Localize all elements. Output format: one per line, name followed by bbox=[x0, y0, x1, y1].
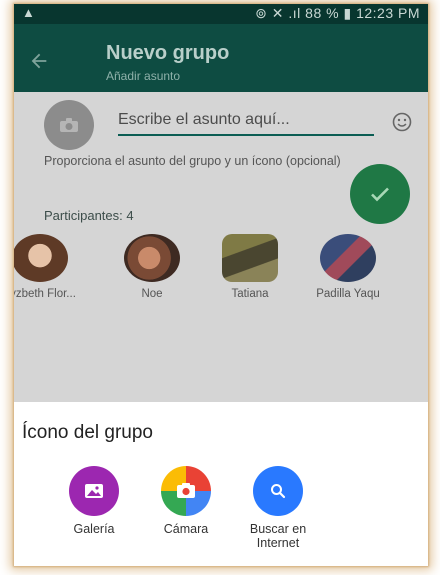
status-indicators: ⊚ ✕ .ıl 88 % ▮ 12:23 PM bbox=[255, 5, 420, 21]
participant-item[interactable]: Padilla Yaqu bbox=[308, 234, 388, 300]
screenshot-frame: ▲ ⊚ ✕ .ıl 88 % ▮ 12:23 PM Nuevo grupo Añ… bbox=[14, 4, 428, 566]
participant-name: Padilla Yaqu bbox=[316, 288, 380, 300]
participant-item[interactable]: Tatiana bbox=[210, 234, 290, 300]
group-photo-button[interactable] bbox=[44, 100, 94, 150]
emoji-icon[interactable] bbox=[392, 112, 412, 132]
group-subject-input[interactable] bbox=[118, 108, 374, 136]
phone-screen: ▲ ⊚ ✕ .ıl 88 % ▮ 12:23 PM Nuevo grupo Añ… bbox=[14, 4, 428, 566]
back-arrow-icon[interactable] bbox=[28, 50, 50, 72]
sheet-title: Ícono del grupo bbox=[22, 422, 153, 443]
subject-hint: Proporciona el asunto del grupo y un íco… bbox=[44, 154, 341, 168]
app-bar: Nuevo grupo Añadir asunto bbox=[14, 24, 428, 92]
gallery-option[interactable]: Galería bbox=[52, 466, 136, 536]
notification-icon: ▲ bbox=[22, 5, 35, 20]
participant-name: Tatiana bbox=[231, 288, 269, 300]
gallery-label: Galería bbox=[73, 522, 115, 536]
avatar bbox=[222, 234, 278, 282]
camera-icon bbox=[161, 466, 211, 516]
participant-item[interactable]: Lyzbeth Flor... bbox=[14, 234, 80, 300]
search-label-line2: Internet bbox=[256, 536, 300, 550]
participants-count: Participantes: 4 bbox=[44, 208, 134, 223]
group-form: Proporciona el asunto del grupo y un íco… bbox=[14, 92, 428, 402]
avatar bbox=[320, 234, 376, 282]
page-subtitle: Añadir asunto bbox=[106, 69, 181, 83]
status-bar: ▲ ⊚ ✕ .ıl 88 % ▮ 12:23 PM bbox=[14, 4, 428, 24]
search-internet-option[interactable]: Buscar en Internet bbox=[236, 466, 320, 550]
search-internet-label: Buscar en Internet bbox=[236, 522, 320, 550]
group-icon-sheet: Ícono del grupo Galería Cámara Buscar en… bbox=[14, 402, 428, 566]
page-title: Nuevo grupo bbox=[106, 42, 230, 64]
search-icon bbox=[253, 466, 303, 516]
camera-label: Cámara bbox=[163, 522, 209, 536]
participant-name: Noe bbox=[141, 288, 163, 300]
checkmark-icon bbox=[371, 187, 389, 202]
avatar bbox=[124, 234, 180, 282]
gallery-icon bbox=[69, 466, 119, 516]
camera-icon bbox=[60, 118, 78, 132]
participant-item[interactable]: Noe bbox=[112, 234, 192, 300]
participant-name: Lyzbeth Flor... bbox=[14, 288, 76, 300]
avatar bbox=[14, 234, 68, 282]
search-label-line1: Buscar en bbox=[249, 522, 307, 536]
confirm-button[interactable] bbox=[350, 164, 410, 224]
camera-option[interactable]: Cámara bbox=[144, 466, 228, 536]
